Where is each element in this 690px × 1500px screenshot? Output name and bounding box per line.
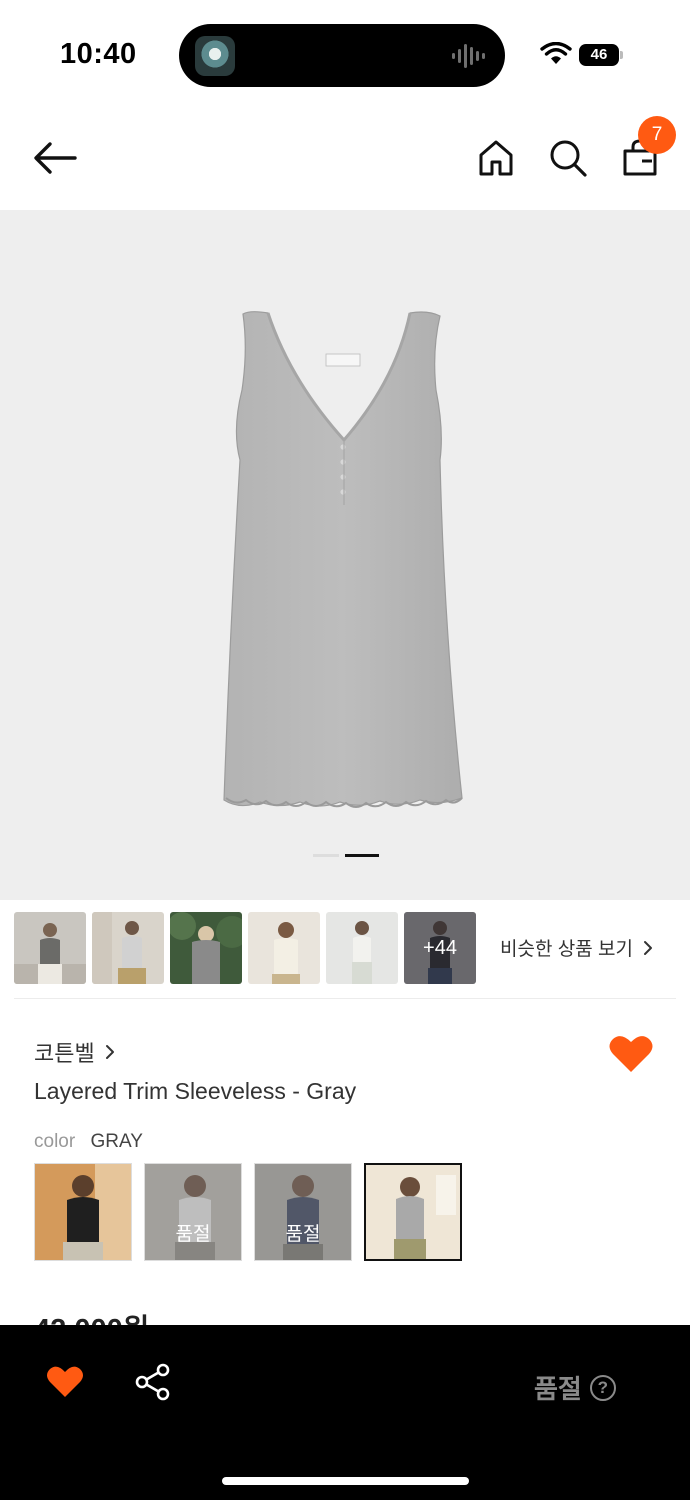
top-navigation (0, 100, 690, 210)
cart-count-badge: 7 (638, 116, 676, 154)
battery-icon: 46 (579, 44, 623, 66)
audio-waveform-icon (452, 44, 485, 68)
bottom-action-bar: 품절 ? (0, 1325, 690, 1500)
color-row: color GRAY (34, 1131, 143, 1153)
review-photo-1[interactable] (14, 912, 86, 984)
carousel-indicator-active (345, 854, 379, 857)
product-photo-gray-tank-top (223, 311, 463, 808)
now-playing-artwork (195, 36, 235, 76)
brand-name: 코튼벨 (34, 1041, 95, 1066)
share-icon[interactable] (134, 1363, 172, 1401)
search-button[interactable] (546, 136, 590, 180)
status-time: 10:40 (60, 38, 137, 70)
home-indicator[interactable] (222, 1477, 469, 1485)
soldout-status-label: 품절 (534, 1374, 582, 1404)
carousel-indicator-track (313, 854, 339, 857)
search-icon (550, 140, 587, 177)
back-button[interactable] (28, 136, 82, 180)
help-icon[interactable]: ? (589, 1374, 616, 1401)
soldout-label: 품절 (145, 1164, 241, 1260)
wishlist-heart-icon[interactable] (608, 1034, 654, 1074)
more-photos-count: +44 (404, 912, 476, 984)
review-photo-4[interactable] (248, 912, 320, 984)
review-photo-3[interactable] (170, 912, 242, 984)
product-image-carousel[interactable] (0, 210, 690, 900)
home-icon (479, 140, 513, 176)
status-bar: 10:40 46 (0, 0, 690, 100)
home-button[interactable] (474, 136, 518, 180)
color-swatches: 품절 품절 (34, 1163, 634, 1263)
review-photo-2[interactable] (92, 912, 164, 984)
review-photo-5[interactable] (326, 912, 398, 984)
similar-products-link[interactable]: 비슷한 상품 보기 (500, 934, 653, 961)
color-label: color (34, 1131, 76, 1152)
soldout-status[interactable]: 품절 ? (534, 1369, 616, 1406)
chevron-right-icon (643, 940, 652, 955)
color-swatch-gray-selected[interactable] (364, 1163, 462, 1261)
dynamic-island[interactable] (179, 24, 505, 87)
review-photo-strip: +44 비슷한 상품 보기 (0, 912, 690, 986)
soldout-label: 품절 (255, 1164, 351, 1260)
similar-products-label: 비슷한 상품 보기 (500, 939, 633, 960)
chevron-right-icon (105, 1045, 114, 1059)
back-arrow-icon (34, 142, 77, 174)
color-swatch-light-gray[interactable]: 품절 (144, 1163, 242, 1261)
battery-level: 46 (590, 46, 608, 63)
brand-link[interactable]: 코튼벨 (34, 1036, 115, 1068)
section-divider (14, 998, 676, 999)
like-heart-icon[interactable] (46, 1365, 84, 1399)
color-swatch-navy[interactable]: 품절 (254, 1163, 352, 1261)
review-photo-more[interactable]: +44 (404, 912, 476, 984)
color-value: GRAY (90, 1131, 143, 1152)
product-title: Layered Trim Sleeveless - Gray (34, 1078, 357, 1104)
color-swatch-black[interactable] (34, 1163, 132, 1261)
wifi-icon (540, 42, 572, 64)
